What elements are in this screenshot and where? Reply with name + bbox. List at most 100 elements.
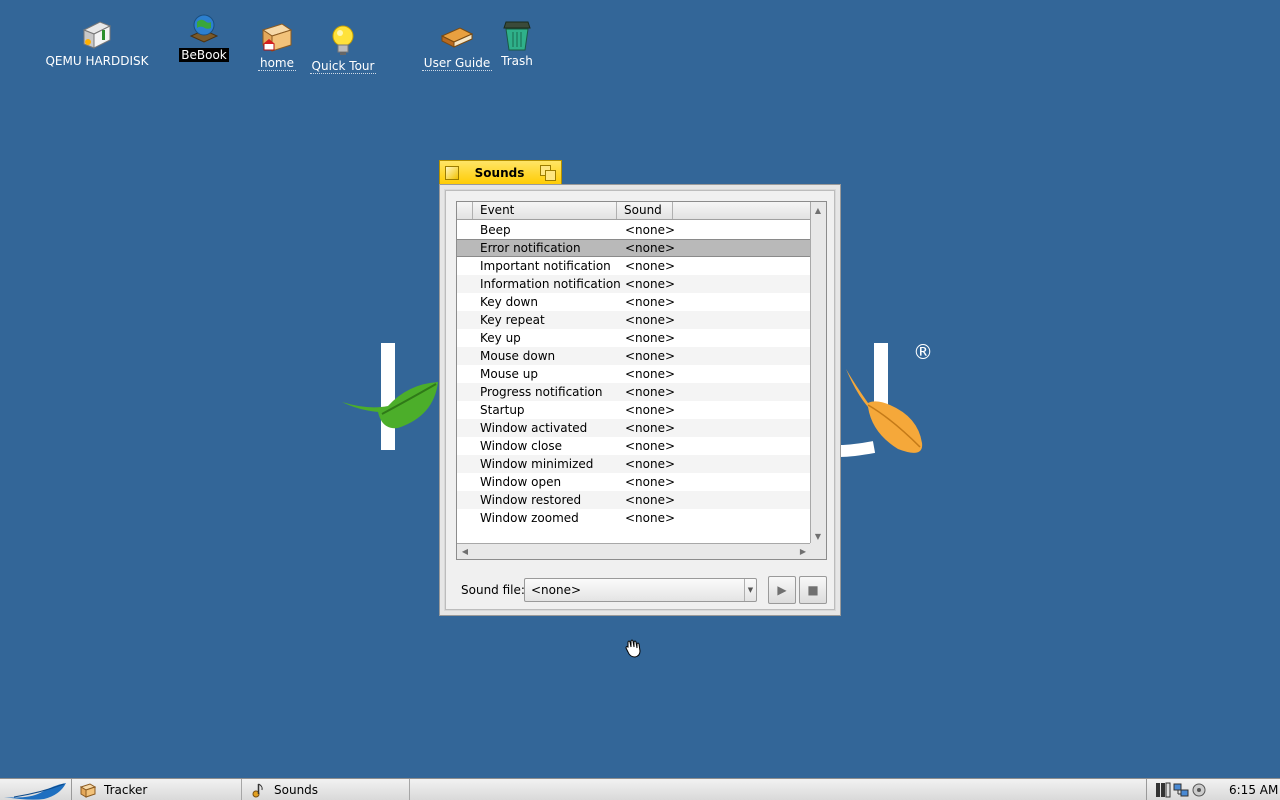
deskbar-task-sounds[interactable]: Sounds: [242, 779, 410, 800]
play-button[interactable]: ▶: [768, 576, 796, 604]
window-tab[interactable]: Sounds: [439, 160, 562, 185]
list-item[interactable]: Startup <none>: [457, 401, 811, 419]
event-name: Window open: [480, 475, 562, 489]
deskbar-tray: 6:15 AM: [1146, 779, 1280, 800]
events-list[interactable]: Event Sound Beep <none> Error notification…: [456, 201, 827, 560]
desktop-icon-label: BeBook: [179, 48, 229, 62]
event-sound: <none>: [625, 349, 676, 363]
event-sound: <none>: [625, 403, 676, 417]
deskbar-clock[interactable]: 6:15 AM: [1225, 783, 1278, 797]
network-icon[interactable]: [1173, 782, 1189, 798]
column-header-sound[interactable]: Sound: [617, 202, 673, 219]
volume-icon[interactable]: [1191, 782, 1207, 798]
desktop-icon-label: home: [257, 56, 297, 71]
event-name: Window restored: [480, 493, 582, 507]
event-sound: <none>: [625, 385, 676, 399]
event-name: Key repeat: [480, 313, 545, 327]
scroll-down-arrow-icon[interactable]: ▼: [811, 529, 825, 543]
event-sound: <none>: [625, 331, 676, 345]
list-item[interactable]: Important notification <none>: [457, 257, 811, 275]
desktop-icon-quick-tour[interactable]: Quick Tour: [293, 23, 393, 74]
green-leaf-icon: [342, 382, 438, 429]
event-name: Window minimized: [480, 457, 594, 471]
window-zoom-button[interactable]: [540, 165, 556, 181]
list-item[interactable]: Beep <none>: [457, 221, 811, 239]
list-item[interactable]: Error notification <none>: [457, 239, 811, 257]
desktop-icon-qemu-harddisk[interactable]: QEMU HARDDISK: [45, 18, 149, 68]
task-label: Tracker: [104, 783, 148, 797]
list-item[interactable]: Window open <none>: [457, 473, 811, 491]
window-title: Sounds: [474, 166, 525, 180]
event-name: Key down: [480, 295, 538, 309]
window-close-button[interactable]: [445, 166, 459, 180]
stop-icon: ■: [807, 583, 819, 597]
list-item[interactable]: Window restored <none>: [457, 491, 811, 509]
stop-button[interactable]: ■: [799, 576, 827, 604]
list-item[interactable]: Mouse up <none>: [457, 365, 811, 383]
vertical-scrollbar[interactable]: ▲ ▼: [810, 202, 826, 544]
list-item[interactable]: Progress notification <none>: [457, 383, 811, 401]
cpu-monitor-icon[interactable]: [1155, 782, 1171, 798]
event-sound: <none>: [625, 493, 676, 507]
event-sound: <none>: [625, 259, 676, 273]
scroll-corner: [810, 543, 826, 559]
event-name: Beep: [480, 223, 511, 237]
home-folder-icon: [260, 20, 294, 54]
sound-file-label: Sound file:: [461, 583, 525, 597]
desktop-icon-trash[interactable]: Trash: [467, 18, 567, 68]
scroll-left-arrow-icon[interactable]: ◀: [458, 544, 472, 558]
play-icon: ▶: [777, 583, 787, 597]
event-name: Progress notification: [480, 385, 603, 399]
task-label: Sounds: [274, 783, 319, 797]
deskbar-task-tracker[interactable]: Tracker: [72, 779, 242, 800]
event-name: Mouse down: [480, 349, 556, 363]
event-name: Startup: [480, 403, 525, 417]
event-sound: <none>: [625, 439, 676, 453]
list-item[interactable]: Window close <none>: [457, 437, 811, 455]
list-item[interactable]: Window activated <none>: [457, 419, 811, 437]
deskbar-leaf-menu[interactable]: [0, 779, 72, 800]
sound-file-select[interactable]: <none> ▼: [524, 578, 757, 602]
list-body: Beep <none> Error notification <none> Import…: [457, 221, 811, 544]
scroll-right-arrow-icon[interactable]: ▶: [796, 544, 810, 558]
list-item[interactable]: Key down <none>: [457, 293, 811, 311]
event-name: Information notification: [480, 277, 621, 291]
event-name: Window zoomed: [480, 511, 579, 525]
event-sound: <none>: [625, 277, 676, 291]
hand-cursor-icon: [625, 639, 641, 658]
list-item[interactable]: Key up <none>: [457, 329, 811, 347]
lightbulb-icon: [326, 23, 360, 57]
globe-book-icon: [187, 12, 221, 46]
dropdown-arrow-icon: ▼: [744, 579, 756, 601]
event-name: Important notification: [480, 259, 611, 273]
list-item[interactable]: Mouse down <none>: [457, 347, 811, 365]
sounds-icon: [250, 782, 266, 798]
haiku-leaf-icon: [4, 783, 66, 800]
list-header: Event Sound: [457, 202, 811, 220]
event-sound: <none>: [625, 421, 676, 435]
desktop-icon-label: QEMU HARDDISK: [45, 54, 149, 68]
deskbar: Tracker Sounds 6:15 AM: [0, 778, 1280, 800]
event-sound: <none>: [625, 313, 676, 327]
sound-file-value: <none>: [531, 583, 582, 597]
horizontal-scrollbar[interactable]: ◀ ▶: [457, 543, 811, 559]
event-sound: <none>: [625, 367, 676, 381]
list-item[interactable]: Window minimized <none>: [457, 455, 811, 473]
event-sound: <none>: [625, 223, 676, 237]
tracker-icon: [79, 782, 97, 798]
event-name: Key up: [480, 331, 521, 345]
event-name: Mouse up: [480, 367, 538, 381]
desktop-icon-label: Quick Tour: [309, 59, 377, 74]
event-name: Window close: [480, 439, 563, 453]
event-name: Window activated: [480, 421, 588, 435]
desktop-icon-label: Trash: [501, 54, 533, 68]
harddisk-icon: [80, 18, 114, 52]
event-sound: <none>: [625, 511, 676, 525]
event-sound: <none>: [625, 475, 676, 489]
list-item[interactable]: Key repeat <none>: [457, 311, 811, 329]
column-header-event[interactable]: Event: [473, 202, 617, 219]
event-sound: <none>: [625, 241, 676, 255]
list-item[interactable]: Window zoomed <none>: [457, 509, 811, 527]
scroll-up-arrow-icon[interactable]: ▲: [811, 203, 825, 217]
list-item[interactable]: Information notification <none>: [457, 275, 811, 293]
